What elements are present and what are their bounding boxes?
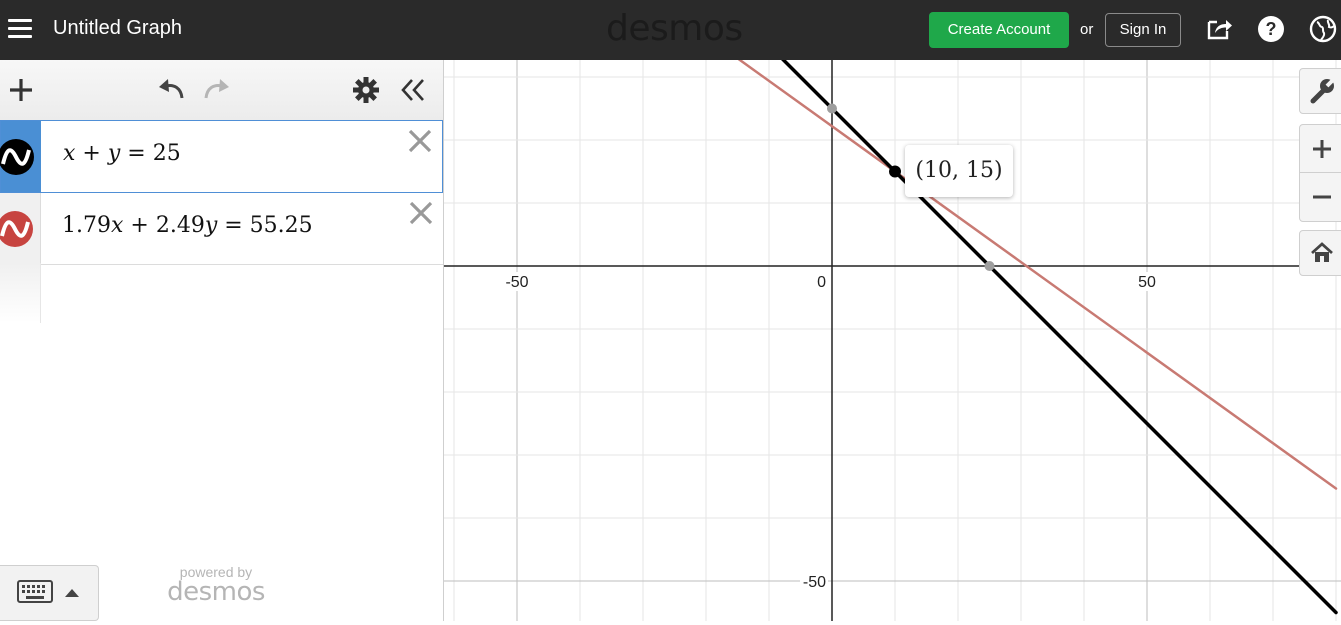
expression-item-2[interactable]: 1.79x + 2.49y = 55.25 <box>0 193 443 265</box>
share-icon[interactable] <box>1204 14 1234 44</box>
keyboard-toggle-button[interactable] <box>0 565 99 621</box>
graph-svg[interactable]: -5005050-50 <box>444 60 1341 621</box>
redo-icon[interactable] <box>201 74 233 106</box>
y-tick-label: -50 <box>803 574 826 591</box>
home-icon[interactable] <box>1299 230 1341 276</box>
expression-tab-1[interactable] <box>0 121 41 192</box>
graph-line-icon[interactable] <box>0 209 35 249</box>
undo-icon[interactable] <box>155 74 187 106</box>
line-expression-1 <box>781 60 1338 615</box>
graph-canvas[interactable]: -5005050-50 (10, 15) <box>444 60 1341 621</box>
intersection-point-label[interactable]: (10, 15) <box>905 145 1013 197</box>
svg-text:?: ? <box>1266 19 1277 39</box>
hamburger-menu-icon[interactable] <box>6 14 34 42</box>
x-tick-label: 0 <box>817 274 826 291</box>
powered-by-brand: desmos <box>167 577 265 607</box>
expression-text-2[interactable]: 1.79x + 2.49y = 55.25 <box>62 213 313 238</box>
graph-line-icon[interactable] <box>0 137 36 177</box>
help-icon[interactable]: ? <box>1256 14 1286 44</box>
line-expression-2 <box>737 60 1338 490</box>
expression-panel: x + y = 25 1.79x + 2.49y = 55.25 powered… <box>0 60 444 621</box>
create-account-button[interactable]: Create Account <box>929 12 1069 48</box>
intersection-point <box>889 165 901 178</box>
x-tick-label: -50 <box>505 274 528 291</box>
zoom-in-icon[interactable] <box>1299 124 1341 174</box>
keyboard-icon <box>17 580 79 603</box>
desmos-logo: desmos <box>606 8 743 49</box>
add-item-icon[interactable] <box>5 74 37 106</box>
zoom-out-icon[interactable] <box>1299 172 1341 222</box>
graph-title[interactable]: Untitled Graph <box>53 17 182 40</box>
wrench-settings-icon[interactable] <box>1299 68 1341 114</box>
expression-text-1[interactable]: x + y = 25 <box>63 141 181 166</box>
top-bar: Untitled Graph desmos Create Account or … <box>0 0 1341 60</box>
delete-expression-icon[interactable] <box>408 129 432 153</box>
collapse-panel-icon[interactable] <box>397 74 429 106</box>
settings-gear-icon[interactable] <box>350 74 382 106</box>
expression-toolbar <box>0 60 443 121</box>
intercept-point <box>827 103 837 114</box>
sign-in-button[interactable]: Sign In <box>1105 13 1181 47</box>
expression-tab-2[interactable] <box>0 193 41 264</box>
powered-by-desmos[interactable]: powered by desmos <box>164 565 268 605</box>
delete-expression-icon[interactable] <box>409 201 433 225</box>
or-label: or <box>1080 21 1094 38</box>
language-globe-icon[interactable] <box>1308 14 1338 44</box>
new-expression-tab[interactable] <box>0 263 41 323</box>
intercept-point <box>984 261 995 271</box>
expression-item-1[interactable]: x + y = 25 <box>0 120 443 193</box>
x-tick-label: 50 <box>1138 274 1156 291</box>
